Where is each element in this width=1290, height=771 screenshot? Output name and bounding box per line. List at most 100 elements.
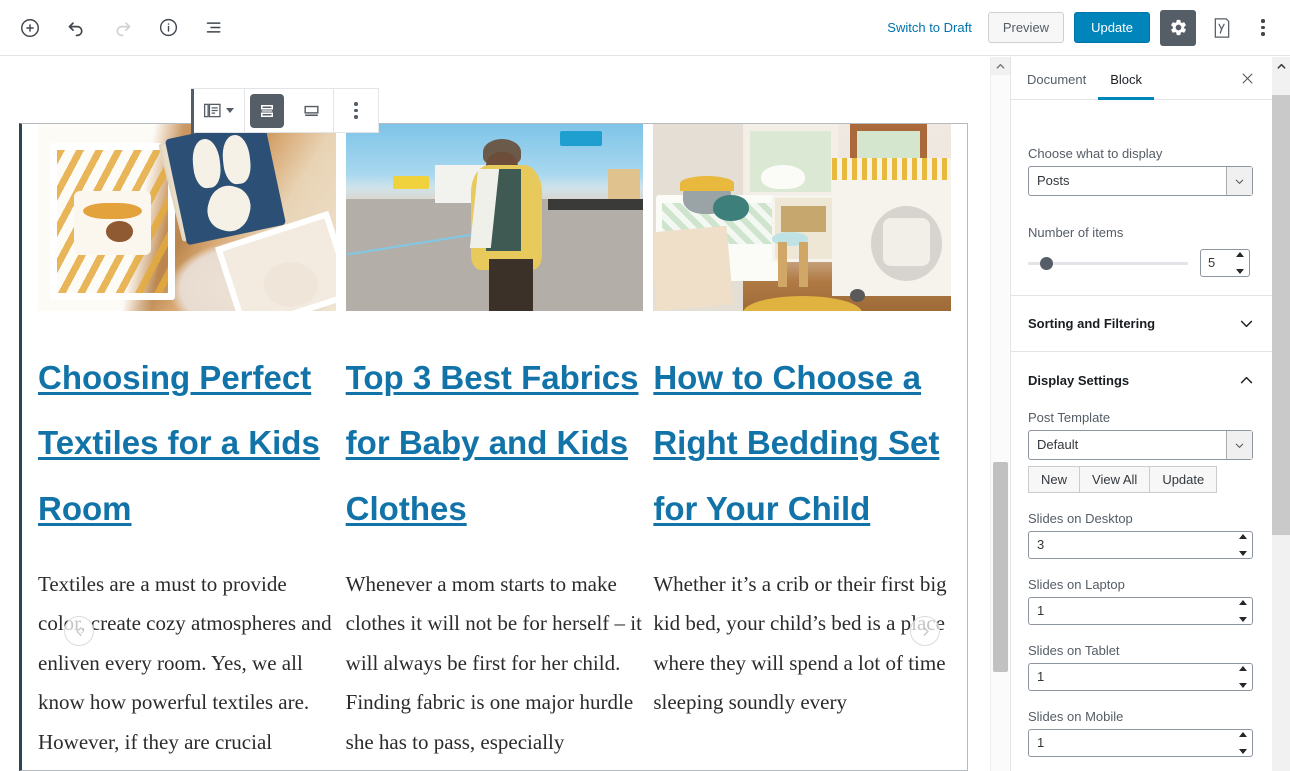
sidebar-scrollbar-thumb[interactable] bbox=[1272, 95, 1290, 535]
top-bar-left-tools bbox=[0, 10, 232, 46]
add-block-button[interactable] bbox=[12, 10, 48, 46]
update-button[interactable]: Update bbox=[1074, 12, 1150, 43]
sidebar-tabs: Document Block bbox=[1011, 57, 1272, 100]
chevron-down-icon bbox=[226, 108, 234, 113]
choose-what-to-display-value: Posts bbox=[1028, 166, 1253, 196]
slides-on-mobile-stepper[interactable]: 1 bbox=[1028, 729, 1253, 757]
post-template-label: Post Template bbox=[1028, 410, 1111, 425]
sidebar-scrollbar[interactable] bbox=[1272, 57, 1290, 771]
editor-top-bar: Switch to Draft Preview Update bbox=[0, 0, 1290, 56]
undo-button[interactable] bbox=[58, 10, 94, 46]
tab-document[interactable]: Document bbox=[1015, 57, 1098, 100]
selected-block-post-carousel[interactable]: Choosing Perfect Textiles for a Kids Roo… bbox=[19, 123, 968, 771]
slide-image bbox=[38, 124, 336, 311]
slides-on-mobile-label: Slides on Mobile bbox=[1028, 709, 1124, 724]
slide-title-link[interactable]: How to Choose a Right Bedding Set for Yo… bbox=[653, 345, 951, 541]
carousel-prev-arrow-icon[interactable] bbox=[64, 616, 94, 646]
slide-image bbox=[345, 124, 644, 311]
post-carousel: Choosing Perfect Textiles for a Kids Roo… bbox=[22, 124, 967, 770]
post-template-new-button[interactable]: New bbox=[1028, 466, 1081, 493]
stepper-arrows-icon[interactable] bbox=[1236, 732, 1250, 754]
panel-sorting-and-filtering[interactable]: Sorting and Filtering bbox=[1011, 296, 1272, 352]
block-more-group bbox=[334, 89, 378, 132]
number-of-items-slider[interactable] bbox=[1028, 256, 1188, 270]
settings-gear-button[interactable] bbox=[1160, 9, 1196, 46]
sidebar-scroll-up-icon[interactable] bbox=[1272, 57, 1290, 75]
chevron-down-icon bbox=[1238, 315, 1255, 332]
carousel-slide: How to Choose a Right Bedding Set for Yo… bbox=[653, 124, 952, 762]
stepper-arrows-icon[interactable] bbox=[1236, 600, 1250, 622]
slide-title-link[interactable]: Top 3 Best Fabrics for Baby and Kids Clo… bbox=[346, 345, 644, 541]
slides-on-laptop-stepper[interactable]: 1 bbox=[1028, 597, 1253, 625]
stepper-arrows-icon[interactable] bbox=[1233, 252, 1247, 274]
align-wide-button[interactable] bbox=[289, 89, 333, 132]
slides-on-laptop-label: Slides on Laptop bbox=[1028, 577, 1125, 592]
sorting-and-filtering-label: Sorting and Filtering bbox=[1028, 316, 1156, 331]
number-of-items-controls: 5 bbox=[1028, 249, 1255, 277]
top-bar-right-tools: Switch to Draft Preview Update bbox=[881, 9, 1290, 46]
slide-excerpt: Whenever a mom starts to make clothes it… bbox=[345, 571, 642, 754]
content-structure-info-button[interactable] bbox=[150, 10, 186, 46]
post-template-update-button[interactable]: Update bbox=[1149, 466, 1218, 493]
yoast-seo-icon[interactable] bbox=[1206, 10, 1238, 46]
post-template-value: Default bbox=[1028, 430, 1253, 460]
canvas-scrollbar-thumb[interactable] bbox=[993, 462, 1008, 672]
post-template-view-all-button[interactable]: View All bbox=[1079, 466, 1151, 493]
slides-on-desktop-label: Slides on Desktop bbox=[1028, 511, 1133, 526]
block-alignment-group bbox=[245, 89, 334, 132]
canvas-scroll-up-icon[interactable] bbox=[991, 57, 1010, 75]
select-chevron-down-icon[interactable] bbox=[1226, 167, 1252, 195]
choose-what-to-display-select[interactable]: Posts bbox=[1028, 166, 1253, 196]
slides-on-mobile-group: Slides on Mobile 1 bbox=[1011, 709, 1272, 757]
carousel-slide: Choosing Perfect Textiles for a Kids Roo… bbox=[38, 124, 336, 762]
block-type-switcher-button[interactable] bbox=[192, 89, 244, 132]
kebab-dots-icon bbox=[1261, 19, 1265, 36]
block-more-options-button[interactable] bbox=[334, 89, 378, 132]
slider-thumb[interactable] bbox=[1040, 256, 1053, 270]
preview-button[interactable]: Preview bbox=[987, 12, 1065, 43]
switch-to-draft-link[interactable]: Switch to Draft bbox=[881, 16, 978, 39]
carousel-slides: Choosing Perfect Textiles for a Kids Roo… bbox=[38, 124, 952, 762]
slide-title-link[interactable]: Choosing Perfect Textiles for a Kids Roo… bbox=[38, 345, 336, 541]
number-of-items-label: Number of items bbox=[1028, 225, 1124, 240]
sidebar-body: Choose what to display Posts Number of i… bbox=[1011, 100, 1272, 757]
slides-on-laptop-group: Slides on Laptop 1 bbox=[1011, 577, 1272, 625]
number-of-items-group: Number of items 5 bbox=[1011, 200, 1272, 277]
carousel-next-arrow-icon[interactable] bbox=[910, 616, 940, 646]
chevron-up-icon bbox=[1238, 372, 1255, 389]
post-template-group: Post Template Default New View All Updat… bbox=[1011, 408, 1272, 493]
block-type-group bbox=[192, 89, 245, 132]
settings-sidebar: Document Block Choose what to display Po… bbox=[1010, 57, 1272, 771]
redo-button[interactable] bbox=[104, 10, 140, 46]
number-of-items-stepper[interactable]: 5 bbox=[1200, 249, 1250, 277]
stepper-arrows-icon[interactable] bbox=[1236, 666, 1250, 688]
slides-on-tablet-stepper[interactable]: 1 bbox=[1028, 663, 1253, 691]
slides-on-desktop-group: Slides on Desktop 3 bbox=[1011, 511, 1272, 559]
slides-on-mobile-value: 1 bbox=[1037, 735, 1045, 750]
post-template-select[interactable]: Default bbox=[1028, 430, 1253, 460]
canvas-scrollbar[interactable] bbox=[990, 57, 1010, 771]
slides-on-tablet-value: 1 bbox=[1037, 669, 1045, 684]
slides-on-tablet-label: Slides on Tablet bbox=[1028, 643, 1120, 658]
slide-excerpt: Textiles are a must to provide color, cr… bbox=[38, 571, 332, 754]
panel-display-settings[interactable]: Display Settings bbox=[1011, 352, 1272, 408]
slides-on-tablet-group: Slides on Tablet 1 bbox=[1011, 643, 1272, 691]
block-navigation-button[interactable] bbox=[196, 10, 232, 46]
align-stacked-button[interactable] bbox=[250, 93, 284, 128]
choose-what-to-display-group: Choose what to display Posts bbox=[1011, 100, 1272, 196]
editor-canvas: Choosing Perfect Textiles for a Kids Roo… bbox=[0, 57, 990, 771]
wordpress-block-editor: Switch to Draft Preview Update Choosing … bbox=[0, 0, 1290, 771]
slides-on-laptop-value: 1 bbox=[1037, 603, 1045, 618]
choose-what-to-display-label: Choose what to display bbox=[1028, 146, 1163, 161]
slide-excerpt: Whether it’s a crib or their first big k… bbox=[653, 571, 947, 715]
stepper-arrows-icon[interactable] bbox=[1236, 534, 1250, 556]
slides-on-desktop-stepper[interactable]: 3 bbox=[1028, 531, 1253, 559]
post-template-actions: New View All Update bbox=[1028, 466, 1255, 493]
close-sidebar-icon[interactable] bbox=[1230, 61, 1264, 95]
select-chevron-down-icon[interactable] bbox=[1226, 431, 1252, 459]
more-options-kebab-button[interactable] bbox=[1248, 10, 1278, 46]
carousel-slide: Top 3 Best Fabrics for Baby and Kids Clo… bbox=[345, 124, 644, 762]
tab-block[interactable]: Block bbox=[1098, 57, 1154, 100]
slide-image bbox=[653, 124, 952, 311]
display-settings-label: Display Settings bbox=[1028, 372, 1130, 388]
